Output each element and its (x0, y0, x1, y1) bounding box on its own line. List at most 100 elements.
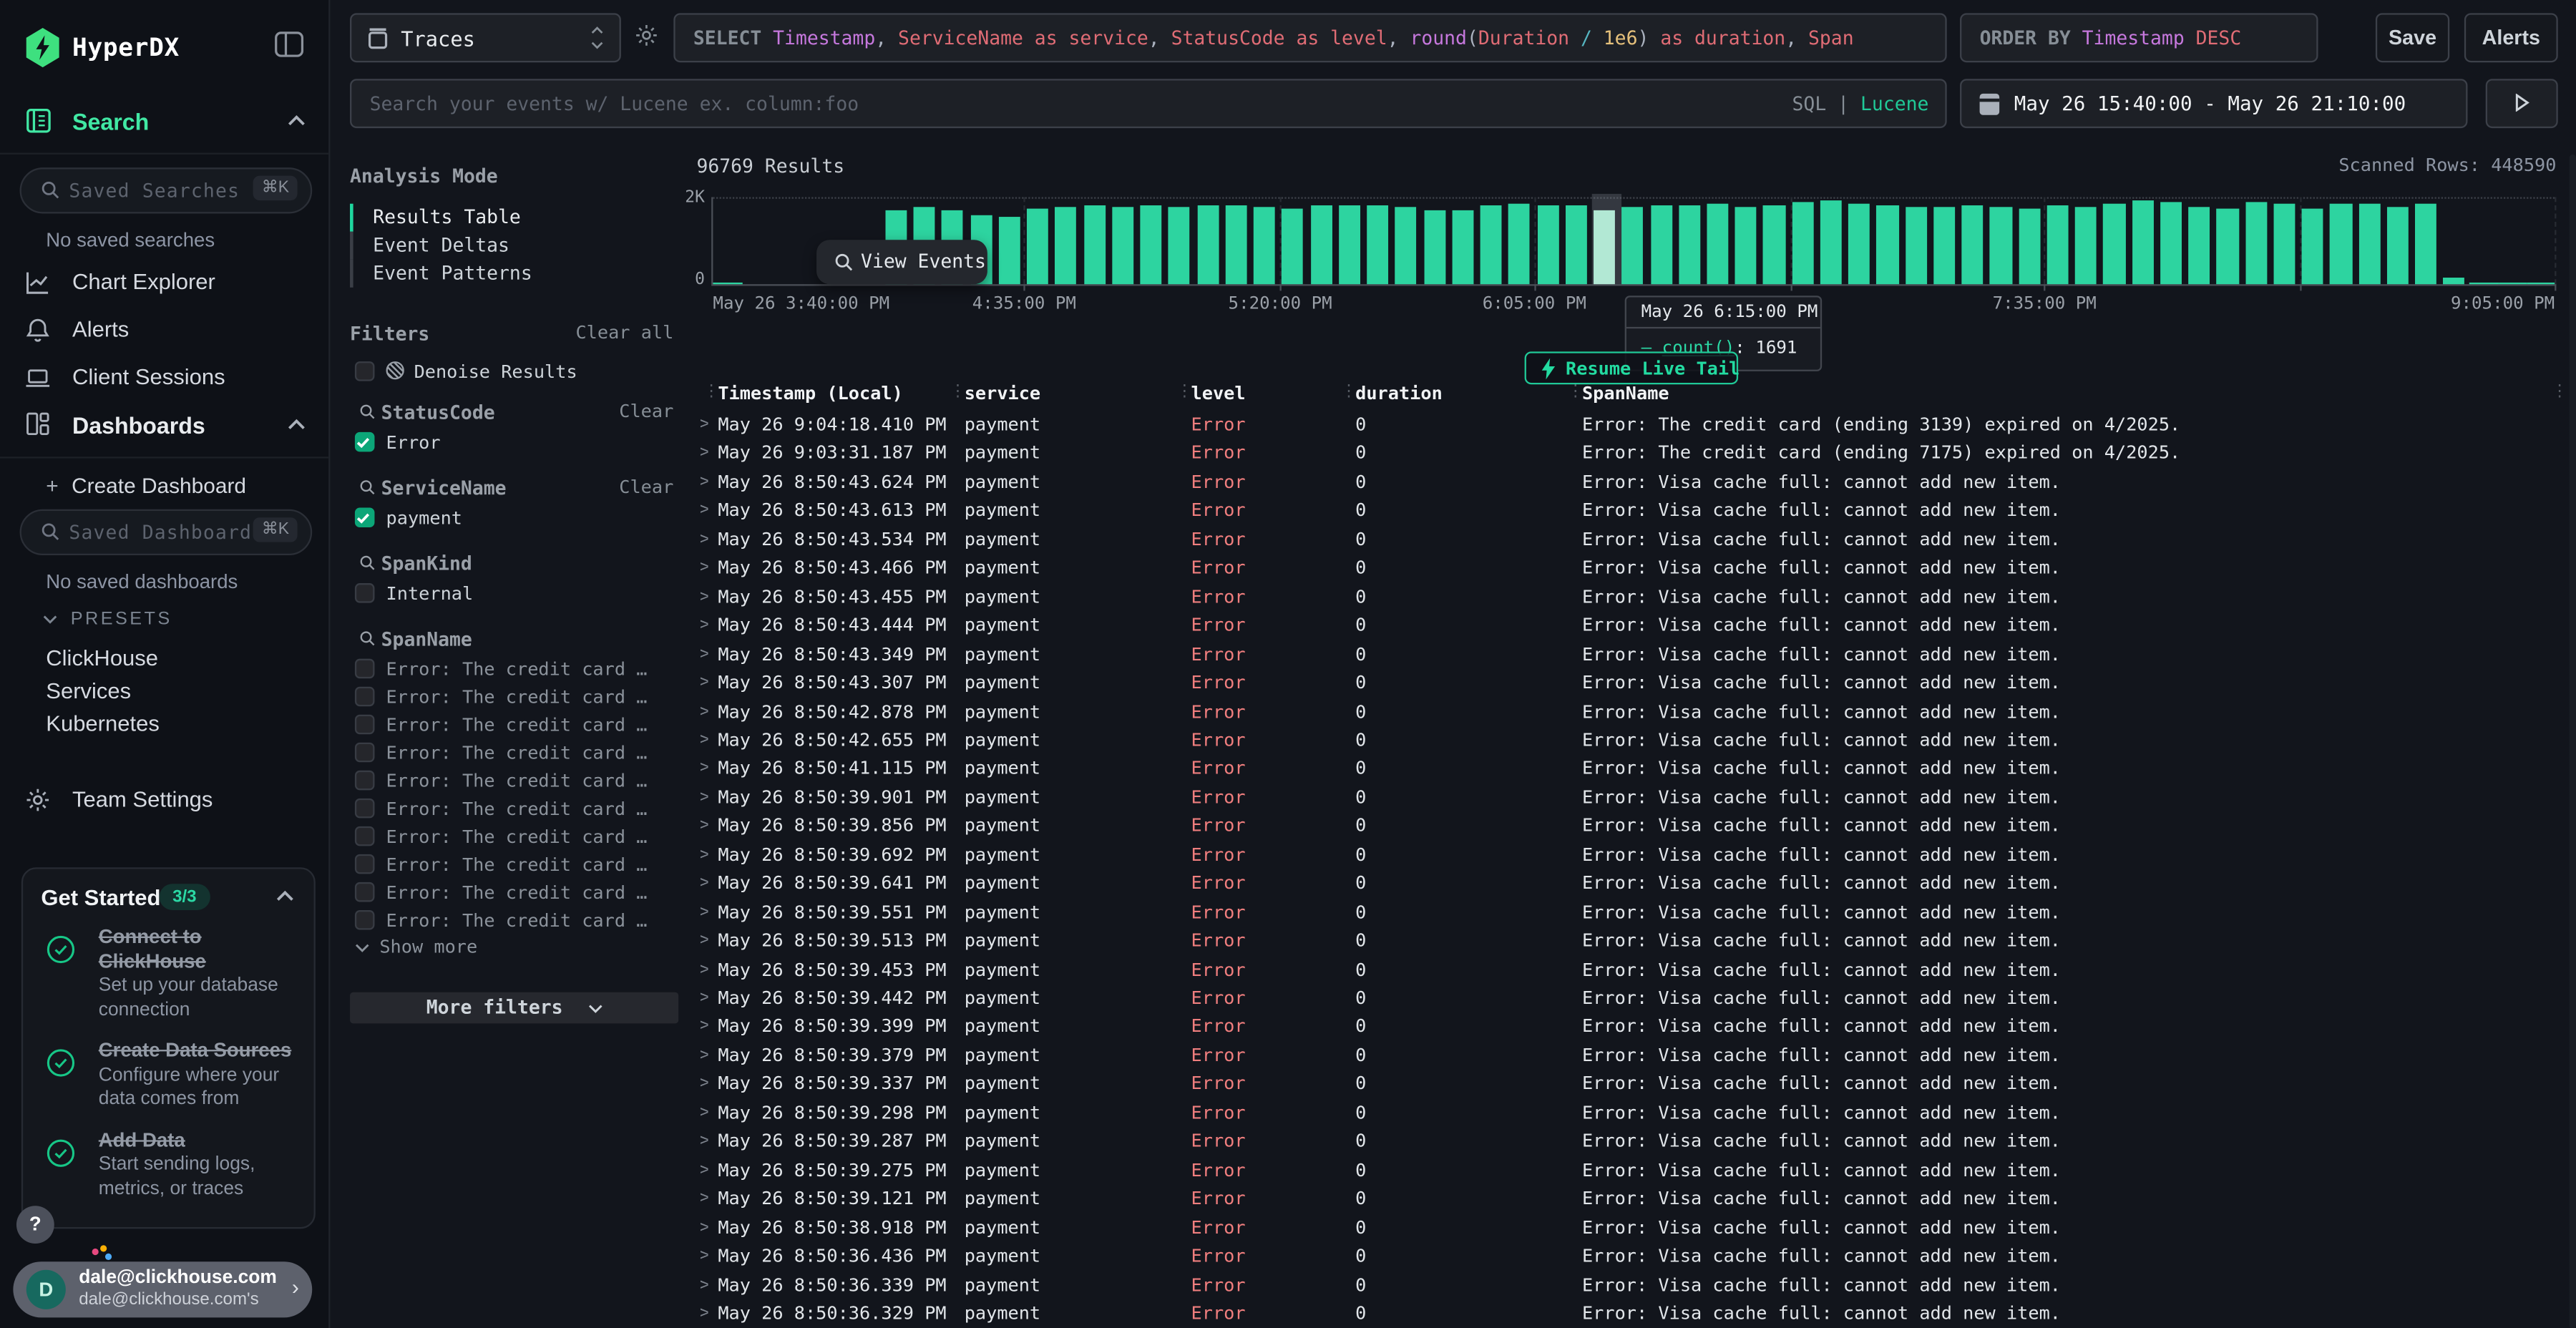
histogram-bar[interactable] (1933, 208, 1955, 284)
table-row[interactable]: >May 26 8:50:39.513 PMpaymentError0Error… (696, 927, 2569, 955)
histogram-bar[interactable] (1990, 207, 2011, 284)
collapse-sidebar-icon[interactable] (274, 31, 303, 58)
histogram-bar[interactable] (1225, 206, 1246, 284)
table-row[interactable]: >May 26 8:50:36.436 PMpaymentError0Error… (696, 1242, 2569, 1271)
sidebar-item-chart-explorer[interactable]: Chart Explorer (0, 265, 328, 308)
histogram-bar[interactable] (1906, 206, 1927, 284)
table-row[interactable]: >May 26 8:50:39.275 PMpaymentError0Error… (696, 1156, 2569, 1185)
histogram-bar[interactable] (1112, 207, 1133, 284)
table-row[interactable]: >May 26 8:50:43.444 PMpaymentError0Error… (696, 611, 2569, 640)
show-more-link[interactable]: Show more (355, 937, 477, 958)
table-row[interactable]: >May 26 8:50:39.121 PMpaymentError0Error… (696, 1185, 2569, 1214)
clear-filter-link[interactable]: Clear (619, 401, 673, 422)
sidebar-item-alerts[interactable]: Alerts (0, 312, 328, 355)
column-header-level[interactable]: level (1191, 383, 1246, 404)
unchecked-checkbox[interactable] (355, 583, 375, 603)
unchecked-checkbox[interactable] (355, 882, 375, 902)
table-row[interactable]: >May 26 8:50:39.442 PMpaymentError0Error… (696, 984, 2569, 1012)
row-expand-chevron-icon[interactable]: > (700, 1041, 708, 1070)
histogram-bar[interactable] (1282, 208, 1303, 284)
histogram-bar[interactable] (2444, 278, 2465, 284)
unchecked-checkbox[interactable] (355, 910, 375, 930)
row-expand-chevron-icon[interactable]: > (700, 869, 708, 898)
vertical-scrollbar[interactable] (2570, 155, 2576, 1328)
histogram-bar[interactable] (2331, 204, 2352, 284)
table-row[interactable]: >May 26 8:50:39.337 PMpaymentError0Error… (696, 1070, 2569, 1098)
table-row[interactable]: >May 26 8:50:39.298 PMpaymentError0Error… (696, 1099, 2569, 1128)
column-header-service[interactable]: service (965, 383, 1040, 404)
histogram-bar[interactable] (1395, 208, 1417, 284)
row-expand-chevron-icon[interactable]: > (700, 1299, 708, 1328)
search-input[interactable] (351, 81, 1945, 127)
presets-toggle[interactable]: PRESETS (43, 610, 172, 630)
histogram-bar[interactable] (1537, 205, 1558, 284)
histogram-bar[interactable] (1508, 204, 1530, 284)
event-search-bar[interactable]: SQL | Lucene (350, 79, 1947, 128)
histogram-bar[interactable] (1339, 205, 1360, 284)
table-row[interactable]: >May 26 8:50:43.455 PMpaymentError0Error… (696, 582, 2569, 611)
histogram-bar[interactable] (2104, 204, 2125, 285)
chevron-up-icon[interactable] (288, 419, 306, 430)
histogram-bar[interactable] (1083, 206, 1105, 284)
unchecked-checkbox[interactable] (355, 771, 375, 791)
chevron-up-icon[interactable] (276, 890, 294, 902)
checked-checkbox[interactable] (355, 507, 375, 527)
sql-mode-label[interactable]: SQL (1792, 92, 1827, 115)
histogram-bar[interactable] (999, 216, 1020, 284)
table-row[interactable]: >May 26 8:50:39.641 PMpaymentError0Error… (696, 869, 2569, 898)
histogram-bar[interactable] (1480, 206, 1502, 284)
row-expand-chevron-icon[interactable]: > (700, 640, 708, 668)
row-expand-chevron-icon[interactable]: > (700, 984, 708, 1012)
histogram-bar[interactable] (2415, 204, 2436, 285)
histogram-bar-selected[interactable] (1594, 210, 1615, 284)
row-expand-chevron-icon[interactable]: > (700, 726, 708, 755)
histogram-bar[interactable] (2245, 202, 2267, 284)
histogram-bar[interactable] (2160, 202, 2182, 284)
analysis-mode-option[interactable]: Event Patterns (350, 260, 678, 288)
histogram-bar[interactable] (1310, 206, 1332, 284)
run-query-button[interactable] (2486, 79, 2558, 128)
histogram-bar[interactable] (1707, 203, 1728, 284)
saved-searches-input[interactable]: Saved Searches ⌘K (20, 167, 313, 213)
sidebar-item-dashboards[interactable]: Dashboards (0, 406, 328, 455)
row-expand-chevron-icon[interactable]: > (700, 1214, 708, 1242)
unchecked-checkbox[interactable] (355, 799, 375, 819)
row-expand-chevron-icon[interactable]: > (700, 841, 708, 869)
column-header-duration[interactable]: duration (1355, 383, 1443, 404)
table-row[interactable]: >May 26 8:50:36.339 PMpaymentError0Error… (696, 1271, 2569, 1299)
unchecked-checkbox[interactable] (355, 854, 375, 874)
table-row[interactable]: >May 26 8:50:43.307 PMpaymentError0Error… (696, 669, 2569, 698)
row-expand-chevron-icon[interactable]: > (700, 439, 708, 468)
histogram-bar[interactable] (1764, 206, 1785, 284)
histogram-bar[interactable] (1452, 210, 1473, 284)
column-resize-handle[interactable]: ⋮ (2552, 383, 2567, 401)
histogram-bar[interactable] (1622, 207, 1644, 284)
histogram-bar[interactable] (2527, 282, 2556, 284)
histogram-bar[interactable] (1820, 201, 1842, 284)
row-expand-chevron-icon[interactable]: > (700, 468, 708, 497)
unchecked-checkbox[interactable] (355, 743, 375, 763)
row-expand-chevron-icon[interactable]: > (700, 1271, 708, 1299)
get-started-item[interactable]: Create Data SourcesConfigure where your … (23, 1038, 313, 1111)
histogram-bar[interactable] (2498, 282, 2527, 284)
row-expand-chevron-icon[interactable]: > (700, 812, 708, 841)
histogram-bar[interactable] (713, 282, 742, 284)
histogram-bar[interactable] (2469, 282, 2499, 284)
column-resize-handle[interactable]: ⋮ (950, 383, 965, 401)
histogram-bar[interactable] (2217, 210, 2238, 285)
table-row[interactable]: >May 26 8:50:36.329 PMpaymentError0Error… (696, 1299, 2569, 1328)
table-row[interactable]: >May 26 8:50:42.655 PMpaymentError0Error… (696, 726, 2569, 755)
histogram-bar[interactable] (1197, 205, 1219, 284)
table-row[interactable]: >May 26 9:03:31.187 PMpaymentError0Error… (696, 439, 2569, 468)
help-button[interactable]: ? (16, 1206, 54, 1244)
row-expand-chevron-icon[interactable]: > (700, 1156, 708, 1185)
histogram-bar[interactable] (1848, 204, 1870, 285)
histogram-bar[interactable] (1055, 207, 1077, 284)
query-language-toggle[interactable]: SQL | Lucene (1792, 92, 1929, 115)
sql-orderby-input[interactable]: ORDER BY Timestamp DESC (1960, 13, 2318, 62)
histogram-bar[interactable] (2273, 203, 2295, 284)
row-expand-chevron-icon[interactable]: > (700, 927, 708, 955)
histogram-bar[interactable] (1027, 208, 1048, 284)
histogram-bar[interactable] (1254, 208, 1275, 285)
column-resize-handle[interactable]: ⋮ (1567, 383, 1582, 401)
